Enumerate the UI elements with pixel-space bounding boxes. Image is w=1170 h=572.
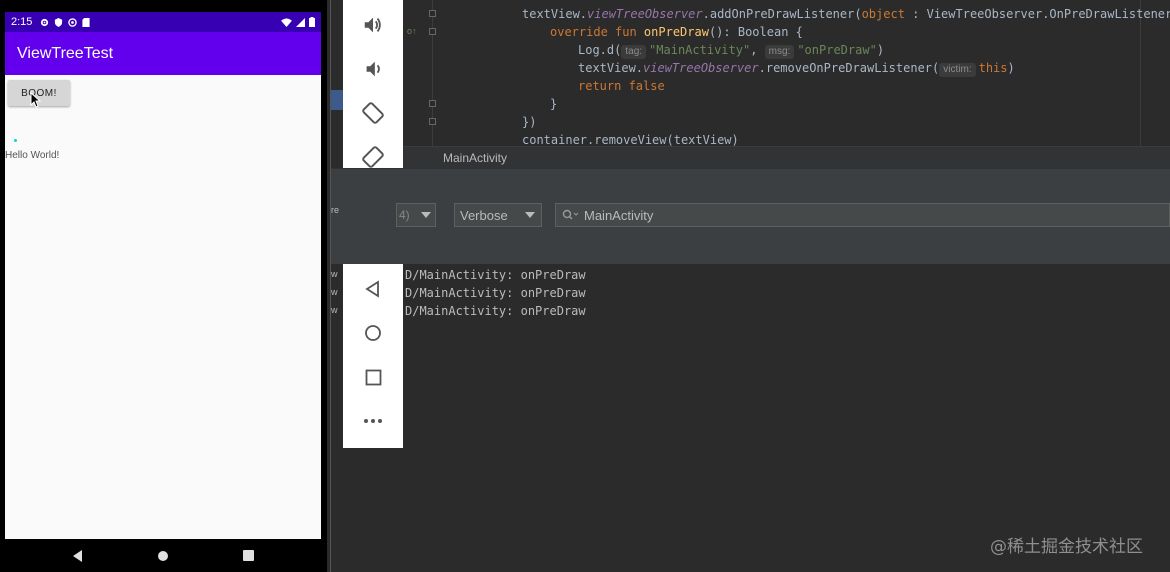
log-line: D/MainActivity: onPreDraw	[405, 304, 586, 318]
code-line: return false	[578, 79, 665, 93]
code-line: override fun onPreDraw(): Boolean {	[550, 25, 803, 39]
side-tab[interactable]: w	[331, 287, 343, 301]
chevron-down-icon	[421, 212, 431, 218]
log-line: D/MainActivity: onPreDraw	[405, 268, 586, 282]
rotate-left-icon	[362, 102, 384, 124]
fold-marker[interactable]	[429, 28, 436, 35]
overview-icon	[365, 369, 381, 385]
search-icon	[562, 209, 578, 220]
logcat-toolbar: 4) Verbose	[331, 192, 1170, 264]
mouse-cursor-icon	[30, 92, 42, 108]
side-tab[interactable]: w	[331, 305, 343, 319]
home-icon	[365, 325, 381, 341]
settings-icon	[41, 18, 49, 26]
status-system-icons	[281, 17, 315, 27]
code-line: textView.viewTreeObserver.addOnPreDrawLi…	[522, 7, 1170, 21]
app-bar: ViewTreeTest	[5, 32, 321, 75]
app-content: BOOM! Hello World!	[5, 75, 321, 539]
nav-home-icon[interactable]	[157, 550, 169, 562]
logcat-side-tabs: re w w w	[331, 205, 343, 325]
screen: 2:15 ViewTreeTest BOOM! Hello World! o↑ …	[0, 0, 1170, 572]
hello-text: Hello World!	[5, 150, 60, 161]
shield-icon	[55, 17, 63, 27]
side-tab[interactable]: re	[331, 205, 343, 219]
status-bar: 2:15	[5, 12, 321, 32]
nav-back-icon[interactable]	[72, 549, 84, 562]
volume-up-icon	[364, 17, 381, 33]
wifi-icon	[281, 17, 292, 27]
watermark: @稀土掘金技术社区	[990, 537, 1143, 557]
phone-nav-bar	[5, 539, 321, 572]
overview-button[interactable]	[358, 362, 388, 392]
data-saver-icon	[68, 17, 78, 27]
ide-left-strip	[331, 90, 343, 110]
chevron-down-icon	[525, 212, 535, 218]
volume-down-icon	[366, 61, 380, 77]
app-title: ViewTreeTest	[17, 44, 114, 62]
back-icon	[365, 280, 379, 298]
status-notification-icons	[40, 17, 91, 27]
breadcrumb-bar: MainActivity	[403, 146, 1170, 168]
more-icon	[364, 419, 382, 423]
rotate-left-button[interactable]	[358, 98, 388, 128]
home-button[interactable]	[358, 318, 388, 348]
back-button[interactable]	[358, 274, 388, 304]
log-line: D/MainActivity: onPreDraw	[405, 286, 586, 300]
logcat-output[interactable]: D/MainActivity: onPreDraw D/MainActivity…	[403, 264, 1170, 572]
nav-overview-icon[interactable]	[243, 550, 255, 561]
search-input[interactable]	[584, 207, 1144, 223]
code-editor[interactable]: o↑ textView.viewTreeObserver.addOnPreDra…	[403, 0, 1170, 147]
log-level-select[interactable]: Verbose	[454, 203, 542, 227]
rotate-right-icon	[362, 146, 384, 168]
code-line: }	[550, 97, 558, 111]
more-button[interactable]	[358, 406, 388, 436]
override-gutter-icon[interactable]: o↑	[407, 26, 417, 36]
status-time: 2:15	[11, 16, 33, 28]
sd-card-icon	[82, 17, 91, 27]
battery-icon	[309, 17, 315, 27]
side-tab[interactable]: w	[331, 269, 343, 283]
process-select[interactable]: 4)	[396, 203, 436, 227]
fold-marker[interactable]	[429, 10, 436, 17]
volume-down-button[interactable]	[358, 54, 388, 84]
code-line: textView.viewTreeObserver.removeOnPreDra…	[578, 61, 1015, 77]
breadcrumb[interactable]: MainActivity	[443, 151, 507, 165]
code-line: })	[522, 115, 537, 129]
fold-marker[interactable]	[429, 100, 436, 107]
logcat-search[interactable]	[555, 203, 1170, 227]
volume-up-button[interactable]	[358, 10, 388, 40]
fold-marker[interactable]	[429, 118, 436, 125]
code-line: Log.d(tag: "MainActivity", msg: "onPreDraw…	[578, 43, 885, 59]
logcat-panel-header	[331, 168, 1170, 192]
signal-icon	[296, 17, 305, 27]
phone-emulator: 2:15 ViewTreeTest BOOM! Hello World!	[0, 0, 327, 572]
added-view-dot	[14, 139, 17, 142]
